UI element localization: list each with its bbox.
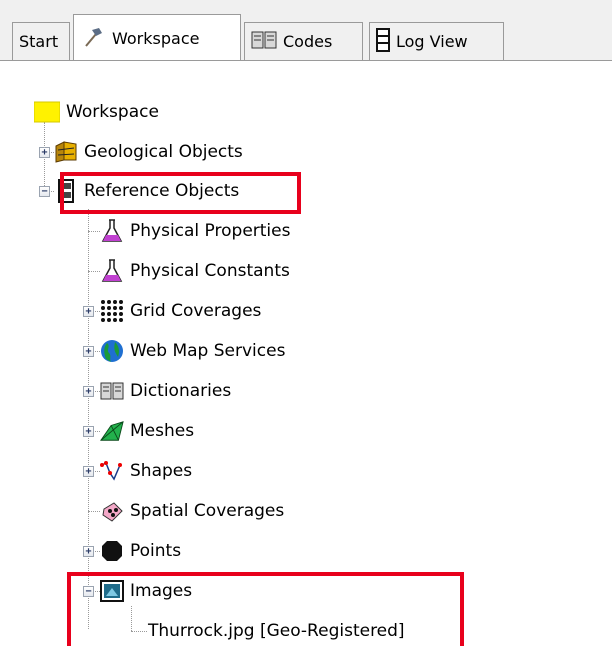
tree-label-geological-objects: Geological Objects <box>84 142 243 162</box>
expand-geological-objects[interactable]: + <box>39 147 50 158</box>
tree-label-images: Images <box>130 581 193 601</box>
hammer-icon <box>80 24 106 54</box>
tree-item-meshes[interactable]: Meshes <box>100 416 194 446</box>
folder-icon <box>34 100 60 124</box>
expand-shapes[interactable]: + <box>83 466 94 477</box>
expand-dictionaries[interactable]: + <box>83 386 94 397</box>
workspace-tree: + − + + + + + + − Workspace Geological O… <box>0 61 612 646</box>
collapse-reference-objects[interactable]: − <box>39 186 50 197</box>
tab-bar: Start Workspace Codes Log View <box>0 0 612 64</box>
tree-item-thurrock-jpg[interactable]: Thurrock.jpg [Geo-Registered] <box>148 616 405 646</box>
expand-points[interactable]: + <box>83 546 94 557</box>
geological-objects-icon <box>54 140 78 164</box>
tab-start[interactable]: Start <box>12 22 70 60</box>
collapse-images[interactable]: − <box>83 586 94 597</box>
log-icon <box>376 27 390 56</box>
tab-workspace[interactable]: Workspace <box>73 14 241 62</box>
tree-item-physical-properties[interactable]: Physical Properties <box>100 216 290 246</box>
shapes-icon <box>100 459 124 483</box>
tree-item-physical-constants[interactable]: Physical Constants <box>100 256 290 286</box>
expand-grid-coverages[interactable]: + <box>83 306 94 317</box>
tree-label-shapes: Shapes <box>130 461 193 481</box>
flask-icon <box>100 259 124 283</box>
book-icon <box>251 30 277 54</box>
tree-item-spatial-coverages[interactable]: Spatial Coverages <box>100 496 284 526</box>
tree-label-dictionaries: Dictionaries <box>130 381 232 401</box>
tree-item-images[interactable]: Images <box>100 576 192 606</box>
reference-objects-icon <box>54 179 78 203</box>
expand-meshes[interactable]: + <box>83 426 94 437</box>
tree-label-meshes: Meshes <box>130 421 195 441</box>
tree-label-grid-coverages: Grid Coverages <box>130 301 262 321</box>
tree-item-dictionaries[interactable]: Dictionaries <box>100 376 231 406</box>
book-icon <box>100 379 124 403</box>
octagon-icon <box>100 539 124 563</box>
image-icon <box>100 579 124 603</box>
tree-label-physical-properties: Physical Properties <box>130 221 291 241</box>
tab-codes-label: Codes <box>283 32 333 51</box>
globe-icon <box>100 339 124 363</box>
tree-item-grid-coverages[interactable]: Grid Coverages <box>100 296 261 326</box>
tree-item-geological-objects[interactable]: Geological Objects <box>54 137 243 167</box>
expand-web-map-services[interactable]: + <box>83 346 94 357</box>
spatial-coverages-icon <box>100 499 124 523</box>
tree-label-thurrock-jpg: Thurrock.jpg [Geo-Registered] <box>148 621 405 641</box>
tab-workspace-label: Workspace <box>112 29 200 48</box>
tree-label-reference-objects: Reference Objects <box>84 181 240 201</box>
mesh-icon <box>100 419 124 443</box>
tree-item-points[interactable]: Points <box>100 536 181 566</box>
tree-label-spatial-coverages: Spatial Coverages <box>130 501 285 521</box>
tree-label-web-map-services: Web Map Services <box>130 341 286 361</box>
tab-log-view[interactable]: Log View <box>369 22 504 60</box>
grid-dots-icon <box>100 299 124 323</box>
tree-item-shapes[interactable]: Shapes <box>100 456 192 486</box>
tab-codes[interactable]: Codes <box>244 22 363 60</box>
tree-label-points: Points <box>130 541 182 561</box>
flask-icon <box>100 219 124 243</box>
tree-item-reference-objects[interactable]: Reference Objects <box>54 176 239 206</box>
tree-label-workspace: Workspace <box>66 102 159 122</box>
tree-item-web-map-services[interactable]: Web Map Services <box>100 336 285 366</box>
tree-item-workspace[interactable]: Workspace <box>34 97 159 127</box>
tab-log-view-label: Log View <box>396 32 468 51</box>
tab-start-label: Start <box>19 32 59 51</box>
tree-label-physical-constants: Physical Constants <box>130 261 290 281</box>
